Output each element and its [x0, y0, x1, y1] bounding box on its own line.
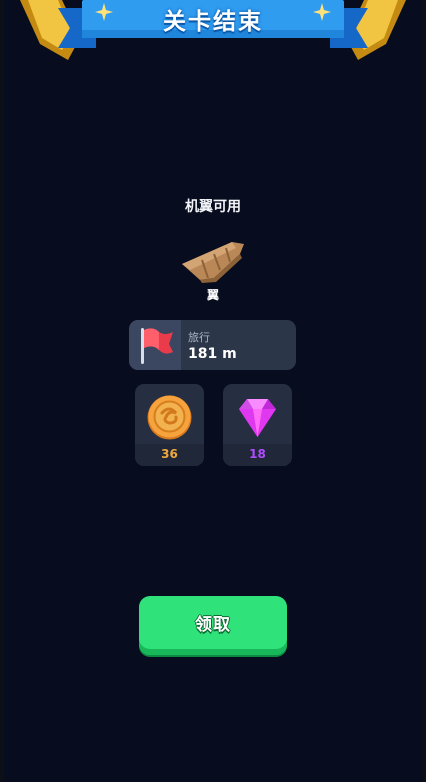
unlock-title: 机翼可用 [185, 199, 241, 215]
coin-reward: 36 [135, 384, 204, 466]
level-complete-banner: 关卡结束 [0, 0, 426, 80]
flag-icon-box [129, 320, 181, 370]
gem-count: 18 [223, 444, 292, 466]
banner-title: 关卡结束 [163, 9, 263, 35]
wing-icon [178, 236, 248, 284]
claim-button[interactable]: 领取 [139, 596, 287, 655]
coin-icon [147, 395, 192, 440]
gem-icon [239, 399, 276, 437]
gem-reward: 18 [223, 384, 292, 466]
distance-card: 旅行 181 m [129, 320, 296, 370]
claim-button-label: 领取 [195, 615, 231, 635]
coin-count: 36 [135, 444, 204, 466]
right-border [422, 0, 426, 782]
left-border [0, 0, 4, 782]
flag-icon [141, 328, 173, 364]
wing-item-label: 翼 [206, 288, 219, 302]
distance-value: 181 m [188, 346, 237, 362]
distance-label: 旅行 [188, 331, 210, 344]
